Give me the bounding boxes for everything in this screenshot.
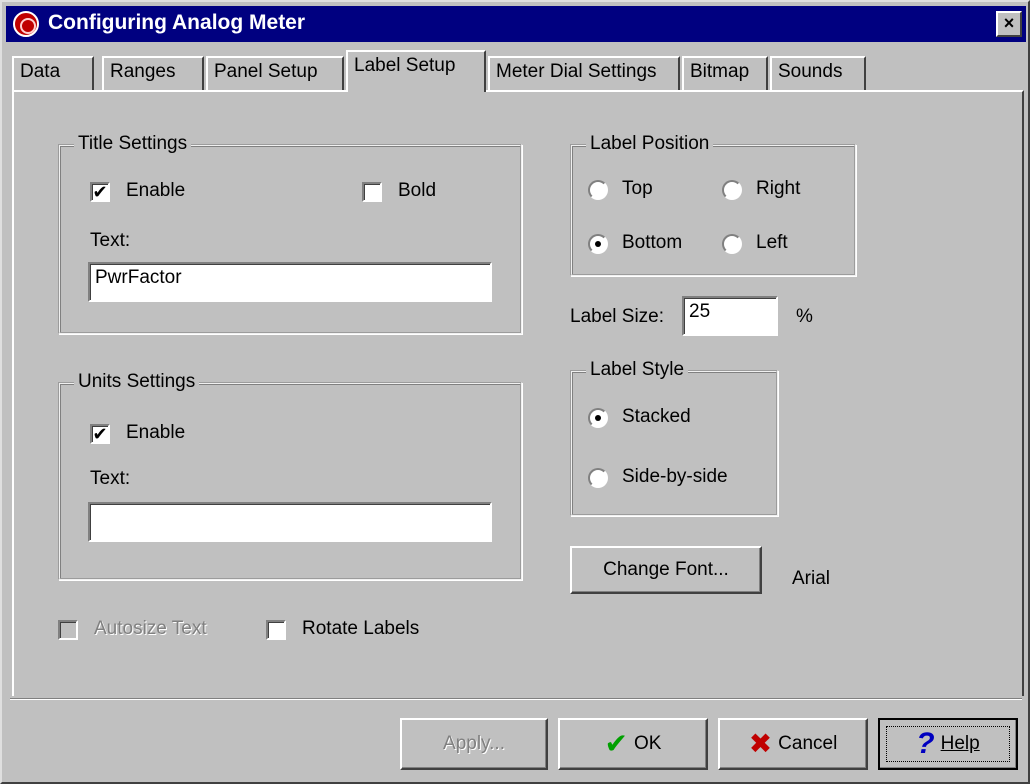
tab-strip: Data Ranges Panel Setup Label Setup Mete… xyxy=(12,50,1022,94)
position-left-radio[interactable] xyxy=(722,234,742,254)
ok-label: OK xyxy=(634,733,662,754)
close-button[interactable]: × xyxy=(996,11,1022,37)
dialog-window: Configuring Analog Meter × Data Ranges P… xyxy=(0,0,1030,784)
tab-ranges[interactable]: Ranges xyxy=(102,56,204,90)
ok-button[interactable]: ✔ OK xyxy=(558,718,708,770)
title-bold-label: Bold xyxy=(398,180,437,201)
checkmark-icon: ✔ xyxy=(92,182,108,202)
tab-data[interactable]: Data xyxy=(12,56,94,90)
label-size-input[interactable]: 25 xyxy=(682,296,778,336)
units-enable-checkbox[interactable]: ✔ xyxy=(90,424,110,444)
units-text-label: Text: xyxy=(90,468,131,489)
label-position-label: Label Position xyxy=(586,133,714,155)
tab-bitmap[interactable]: Bitmap xyxy=(682,56,768,90)
label-size-label: Label Size: xyxy=(570,306,665,327)
units-settings-group: Units Settings ✔ Enable Text: xyxy=(58,371,522,580)
tab-panel-label-setup: Title Settings ✔ Enable Bold Text: PwrFa… xyxy=(12,90,1024,696)
position-right-radio[interactable] xyxy=(722,180,742,200)
style-side-by-side-label: Side-by-side xyxy=(622,466,728,487)
apply-button[interactable]: Apply... xyxy=(400,718,548,770)
position-top-label: Top xyxy=(622,178,653,199)
tab-panel-setup[interactable]: Panel Setup xyxy=(206,56,344,90)
tab-sounds[interactable]: Sounds xyxy=(770,56,866,90)
rotate-labels-checkbox[interactable] xyxy=(266,620,286,640)
title-bold-checkbox[interactable] xyxy=(362,182,382,202)
position-right-label: Right xyxy=(756,178,801,199)
title-bar[interactable]: Configuring Analog Meter × xyxy=(6,6,1026,42)
apply-label: Apply... xyxy=(443,733,505,754)
x-icon: ✖ xyxy=(748,728,773,759)
units-text-input[interactable] xyxy=(88,502,492,542)
title-text-input[interactable]: PwrFactor xyxy=(88,262,492,302)
autosize-label: Autosize Text xyxy=(94,618,207,639)
title-settings-group: Title Settings ✔ Enable Bold Text: PwrFa… xyxy=(58,133,522,334)
change-font-button[interactable]: Change Font... xyxy=(570,546,762,594)
label-position-group: Label Position Top Right Bottom Left xyxy=(570,133,856,276)
position-left-label: Left xyxy=(756,232,788,253)
position-top-radio[interactable] xyxy=(588,180,608,200)
app-icon xyxy=(13,11,39,37)
focus-ring xyxy=(886,726,1010,762)
units-settings-label: Units Settings xyxy=(74,371,200,393)
style-stacked-label: Stacked xyxy=(622,406,691,427)
tab-meter-dial-settings[interactable]: Meter Dial Settings xyxy=(488,56,680,90)
checkmark-icon: ✔ xyxy=(92,424,108,444)
title-enable-checkbox[interactable]: ✔ xyxy=(90,182,110,202)
position-bottom-label: Bottom xyxy=(622,232,683,253)
current-font-name: Arial xyxy=(792,568,831,589)
label-style-group: Label Style Stacked Side-by-side xyxy=(570,359,778,516)
title-enable-label: Enable xyxy=(126,180,186,201)
radio-selected-dot xyxy=(595,415,601,421)
window-title: Configuring Analog Meter xyxy=(48,11,306,34)
change-font-label: Change Font... xyxy=(603,559,729,580)
tab-label-setup[interactable]: Label Setup xyxy=(346,50,486,92)
label-size-unit: % xyxy=(796,306,813,327)
button-separator xyxy=(10,698,1022,700)
help-button[interactable]: ? Help xyxy=(878,718,1018,770)
title-settings-label: Title Settings xyxy=(74,133,192,155)
checkmark-icon: ✔ xyxy=(604,728,628,759)
position-bottom-radio[interactable] xyxy=(588,234,608,254)
style-stacked-radio[interactable] xyxy=(588,408,608,428)
rotate-labels-label: Rotate Labels xyxy=(302,618,420,639)
title-text-label: Text: xyxy=(90,230,131,251)
radio-selected-dot xyxy=(595,241,601,247)
label-style-label: Label Style xyxy=(586,359,689,381)
cancel-button[interactable]: ✖ Cancel xyxy=(718,718,868,770)
cancel-label: Cancel xyxy=(778,733,838,754)
style-side-by-side-radio[interactable] xyxy=(588,468,608,488)
units-enable-label: Enable xyxy=(126,422,186,443)
autosize-checkbox[interactable] xyxy=(58,620,78,640)
